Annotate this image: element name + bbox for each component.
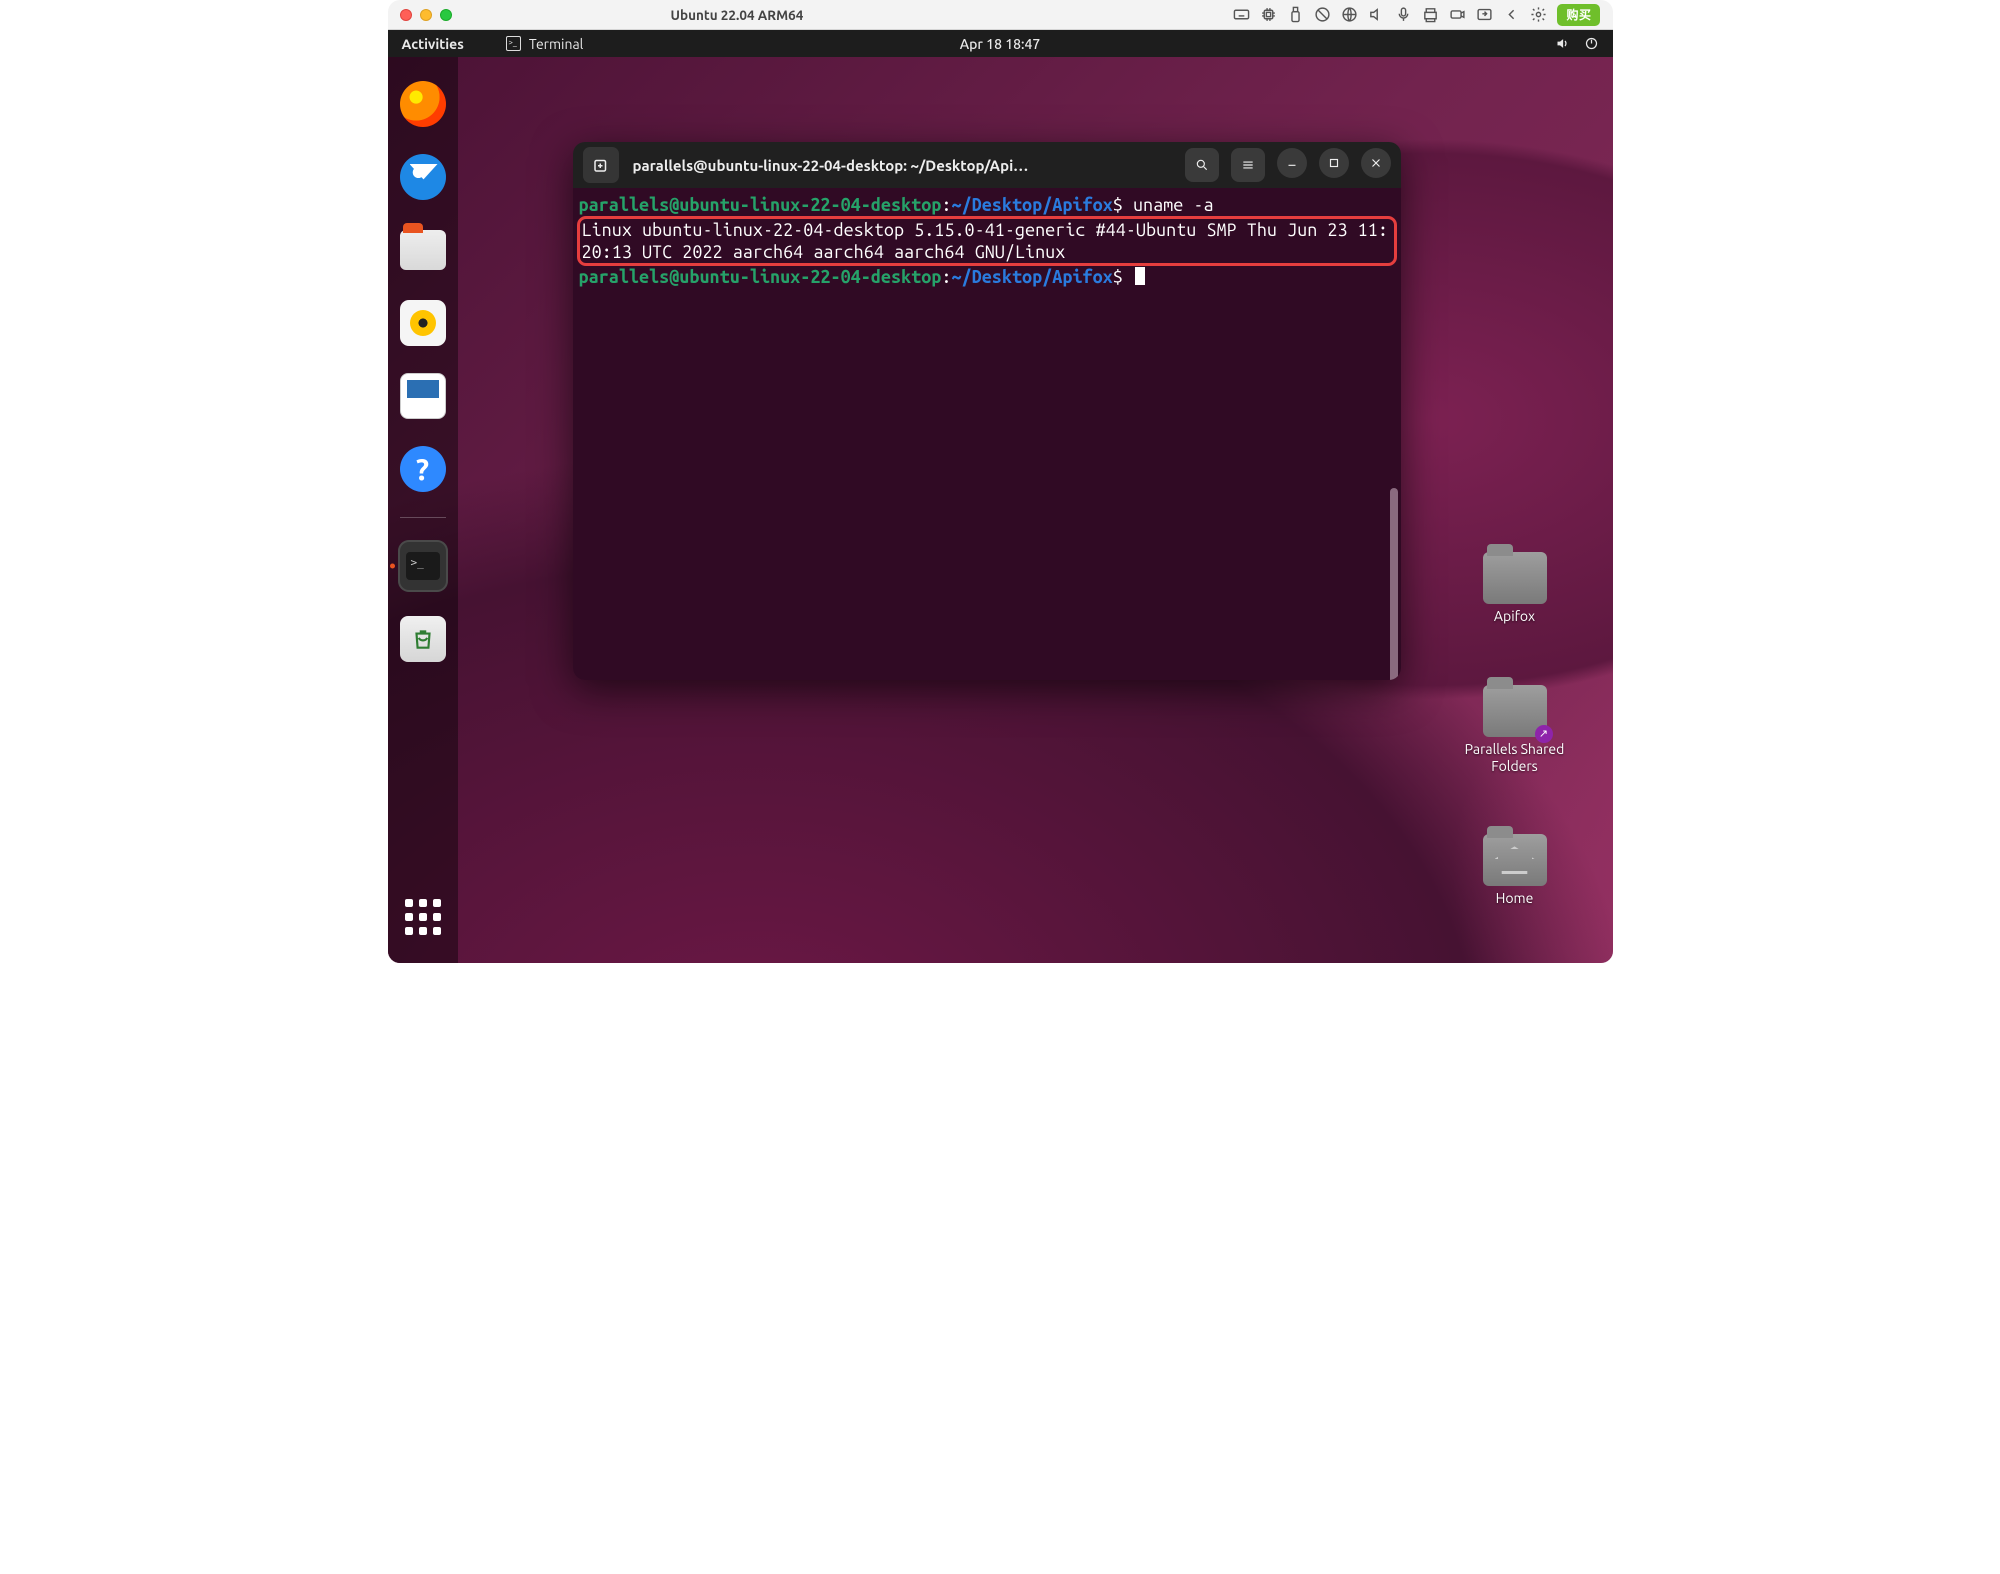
prompt-path: ~/Desktop/Apifox bbox=[951, 195, 1112, 215]
folder-icon: ↗ bbox=[1483, 685, 1547, 737]
rhythmbox-icon bbox=[400, 300, 446, 346]
mic-icon[interactable] bbox=[1395, 6, 1412, 23]
dock-separator bbox=[400, 517, 446, 518]
window-maximize-button[interactable] bbox=[1319, 148, 1349, 178]
ubuntu-desktop[interactable]: ? Apifox ↗ Paralle bbox=[388, 57, 1613, 963]
desktop-icon-label: Home bbox=[1496, 890, 1534, 907]
parallels-toolbar-icons: 购买 bbox=[1233, 4, 1600, 26]
dock-item-files[interactable] bbox=[398, 225, 448, 275]
terminal-titlebar[interactable]: parallels@ubuntu-linux-22-04-desktop: ~/… bbox=[573, 142, 1401, 188]
terminal-cursor bbox=[1135, 267, 1145, 285]
new-tab-button[interactable] bbox=[583, 147, 619, 183]
share-icon[interactable] bbox=[1476, 6, 1493, 23]
window-close-button[interactable] bbox=[1361, 148, 1391, 178]
desktop-icon-apifox[interactable]: Apifox bbox=[1445, 552, 1585, 625]
desktop-icon-label: Parallels Shared Folders bbox=[1445, 741, 1585, 775]
desktop-icon-parallels-shared[interactable]: ↗ Parallels Shared Folders bbox=[1445, 685, 1585, 775]
help-icon: ? bbox=[400, 446, 446, 492]
terminal-icon bbox=[398, 540, 448, 592]
parallels-vm-window: Ubuntu 22.04 ARM64 购买 Activities Termina… bbox=[388, 0, 1613, 963]
terminal-window: parallels@ubuntu-linux-22-04-desktop: ~/… bbox=[573, 142, 1401, 680]
mac-titlebar: Ubuntu 22.04 ARM64 购买 bbox=[388, 0, 1613, 30]
dock-item-trash[interactable] bbox=[398, 614, 448, 664]
mac-minimize-button[interactable] bbox=[420, 9, 432, 21]
dock-item-firefox[interactable] bbox=[398, 79, 448, 129]
link-badge-icon: ↗ bbox=[1535, 725, 1553, 743]
activities-button[interactable]: Activities bbox=[402, 36, 464, 52]
dock-item-thunderbird[interactable] bbox=[398, 152, 448, 202]
focused-app-indicator[interactable]: Terminal bbox=[506, 36, 584, 52]
desktop-icons: Apifox ↗ Parallels Shared Folders Home bbox=[1445, 552, 1585, 907]
back-icon[interactable] bbox=[1503, 6, 1520, 23]
do-not-disturb-icon[interactable] bbox=[1314, 6, 1331, 23]
dock-item-libreoffice-writer[interactable] bbox=[398, 371, 448, 421]
files-icon bbox=[400, 230, 446, 270]
running-indicator bbox=[390, 564, 395, 569]
libreoffice-writer-icon bbox=[400, 373, 446, 419]
gnome-dock: ? bbox=[388, 57, 458, 963]
dock-item-terminal[interactable] bbox=[398, 541, 448, 591]
system-status-area[interactable] bbox=[1555, 36, 1599, 51]
home-folder-icon bbox=[1483, 834, 1547, 886]
dock-item-rhythmbox[interactable] bbox=[398, 298, 448, 348]
terminal-scrollbar[interactable] bbox=[1390, 488, 1398, 680]
trash-icon bbox=[400, 616, 446, 662]
window-minimize-button[interactable] bbox=[1277, 148, 1307, 178]
show-applications-button[interactable] bbox=[401, 895, 445, 939]
keyboard-icon[interactable] bbox=[1233, 6, 1250, 23]
sound-icon[interactable] bbox=[1368, 6, 1385, 23]
desktop-icon-label: Apifox bbox=[1494, 608, 1535, 625]
terminal-body[interactable]: parallels@ubuntu-linux-22-04-desktop:~/D… bbox=[573, 188, 1401, 680]
mac-fullscreen-button[interactable] bbox=[440, 9, 452, 21]
network-icon[interactable] bbox=[1341, 6, 1358, 23]
gear-icon[interactable] bbox=[1530, 6, 1547, 23]
prompt-line-1: parallels@ubuntu-linux-22-04-desktop:~/D… bbox=[579, 194, 1395, 216]
vm-title: Ubuntu 22.04 ARM64 bbox=[671, 7, 804, 23]
volume-icon bbox=[1555, 36, 1570, 51]
desktop-icon-home[interactable]: Home bbox=[1445, 834, 1585, 907]
command-output: Linux ubuntu-linux-22-04-desktop 5.15.0-… bbox=[582, 219, 1392, 263]
focused-app-name: Terminal bbox=[529, 36, 584, 52]
annotation-highlight-box: Linux ubuntu-linux-22-04-desktop 5.15.0-… bbox=[577, 216, 1397, 266]
mac-close-button[interactable] bbox=[400, 9, 412, 21]
usb-icon[interactable] bbox=[1287, 6, 1304, 23]
terminal-window-title: parallels@ubuntu-linux-22-04-desktop: ~/… bbox=[633, 157, 1175, 174]
buy-button[interactable]: 购买 bbox=[1557, 4, 1600, 26]
clock[interactable]: Apr 18 18:47 bbox=[960, 36, 1041, 52]
cpu-icon[interactable] bbox=[1260, 6, 1277, 23]
printer-icon[interactable] bbox=[1422, 6, 1439, 23]
folder-icon bbox=[1483, 552, 1547, 604]
terminal-icon bbox=[506, 36, 521, 51]
dock-item-help[interactable]: ? bbox=[398, 444, 448, 494]
command-text: uname -a bbox=[1123, 195, 1214, 215]
traffic-lights bbox=[400, 9, 452, 21]
prompt-userhost: parallels@ubuntu-linux-22-04-desktop bbox=[579, 195, 942, 215]
prompt-line-2: parallels@ubuntu-linux-22-04-desktop:~/D… bbox=[579, 266, 1395, 288]
camera-icon[interactable] bbox=[1449, 6, 1466, 23]
power-icon bbox=[1584, 36, 1599, 51]
gnome-topbar: Activities Terminal Apr 18 18:47 bbox=[388, 30, 1613, 57]
thunderbird-icon bbox=[400, 154, 446, 200]
firefox-icon bbox=[400, 81, 446, 127]
hamburger-menu-button[interactable] bbox=[1231, 148, 1265, 182]
search-button[interactable] bbox=[1185, 148, 1219, 182]
